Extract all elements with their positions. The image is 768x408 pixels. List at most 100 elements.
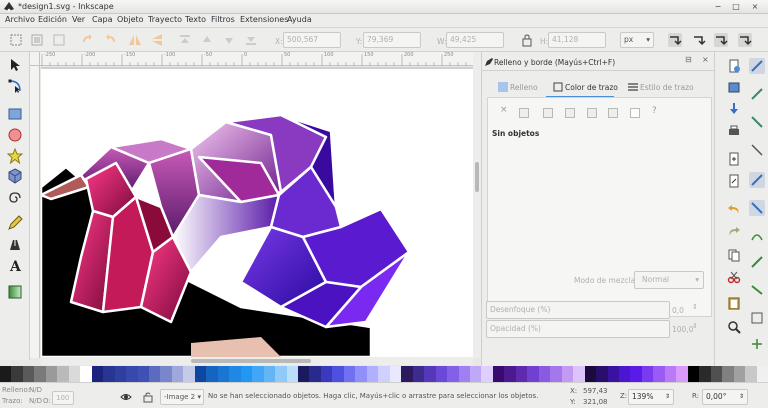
palette-swatch[interactable] [687,366,700,382]
opacity-value[interactable]: 100,0 [672,325,693,334]
menu-objeto[interactable]: Objeto [117,15,144,24]
export-icon[interactable] [727,174,741,188]
horizontal-ruler[interactable]: -250 -200 -150 -100 -50 0 50 100 150 200 250 [40,52,474,66]
unset-paint-button[interactable]: ? [652,106,657,116]
ellipse-tool-icon[interactable] [7,127,23,143]
menu-filtros[interactable]: Filtros [211,15,235,24]
palette-swatch[interactable] [573,366,586,382]
palette-swatch[interactable] [275,366,288,382]
drawing-canvas[interactable] [41,67,473,357]
3d-box-tool-icon[interactable] [7,168,23,184]
snap-bbox-edge-icon[interactable] [749,114,765,130]
no-paint-button[interactable]: × [500,105,508,115]
dock-close-icon[interactable]: × [702,55,709,64]
redo-icon[interactable] [727,224,741,238]
palette-swatch[interactable] [183,366,196,382]
palette-swatch[interactable] [298,366,310,382]
fill-indicator-value[interactable]: N/D [29,386,42,394]
layer-visibility-icon[interactable] [120,391,132,403]
palette-swatch[interactable] [229,366,242,382]
close-button[interactable]: × [749,2,761,12]
palette-swatch[interactable] [11,366,24,382]
palette-swatch[interactable] [561,366,574,382]
palette-swatch[interactable] [68,366,81,382]
palette-swatch[interactable] [171,366,184,382]
palette-swatch[interactable] [618,366,631,382]
flip-vertical-icon[interactable] [150,33,164,47]
rotate-field[interactable]: 0,00° ⇕ [702,389,748,405]
palette-swatch[interactable] [103,366,116,382]
menu-trayecto[interactable]: Trayecto [148,15,182,24]
palette-swatch[interactable] [435,366,448,382]
vertical-scrollbar[interactable] [473,52,481,358]
palette-swatch[interactable] [366,366,379,382]
swatch-button[interactable] [630,108,640,118]
palette-swatch[interactable] [126,366,139,382]
palette-swatch[interactable] [91,366,104,382]
palette-swatch[interactable] [355,366,368,382]
pen-tool-icon[interactable] [7,236,23,252]
minimize-button[interactable]: − [712,2,724,12]
palette-swatch[interactable] [722,366,735,382]
snap-bbox-icon[interactable] [749,86,765,102]
palette-swatch[interactable] [263,366,276,382]
scale-corners-icon[interactable] [692,33,706,47]
palette-swatch[interactable] [332,366,345,382]
gem-cluster[interactable] [41,113,411,357]
opacity-spin-icon[interactable]: ⇕ [692,322,698,330]
palette-swatch[interactable] [699,366,712,382]
y-field[interactable]: 79,369 [363,32,421,48]
scale-gradients-icon[interactable] [714,33,728,47]
palette-swatch[interactable] [756,366,768,382]
palette-swatch[interactable] [149,366,161,382]
menu-capa[interactable]: Capa [92,15,112,24]
tab-estilo-de-trazo[interactable]: Estilo de trazo [640,78,694,98]
color-palette[interactable] [0,366,768,382]
layer-lock-icon[interactable] [142,391,154,403]
dock-menu-icon[interactable]: ⊟ [685,55,692,64]
palette-swatch[interactable] [504,366,517,382]
palette-swatch[interactable] [447,366,459,382]
scale-stroke-icon[interactable] [668,33,682,47]
palette-swatch[interactable] [469,366,482,382]
palette-swatch[interactable] [538,366,551,382]
palette-swatch[interactable] [320,366,333,382]
palette-swatch[interactable] [584,366,597,382]
palette-swatch[interactable] [389,366,402,382]
palette-swatch[interactable] [343,366,356,382]
mesh-gradient-button[interactable] [587,108,597,118]
unit-select[interactable]: px ▾ [620,32,654,48]
radial-gradient-button[interactable] [565,108,575,118]
palette-swatch[interactable] [676,366,689,382]
zoom-icon[interactable] [727,320,741,334]
node-tool-icon[interactable] [7,78,23,94]
palette-swatch[interactable] [401,366,414,382]
blur-slider[interactable]: Desenfoque (%) [486,301,670,319]
h-field[interactable]: 41,128 [548,32,606,48]
gradient-tool-icon[interactable] [7,284,23,300]
palette-swatch[interactable] [240,366,253,382]
rectangle-tool-icon[interactable] [7,106,23,122]
lower-icon[interactable] [222,33,236,47]
palette-swatch[interactable] [641,366,654,382]
palette-swatch[interactable] [492,366,505,382]
snap-midpoint-icon[interactable] [749,254,765,270]
menu-extensiones[interactable]: Extensiones [240,15,288,24]
menu-ver[interactable]: Ver [72,15,85,24]
raise-to-top-icon[interactable] [178,33,192,47]
zoom-field[interactable]: 139% ⇕ [628,389,674,405]
palette-swatch[interactable] [515,366,528,382]
lock-icon[interactable] [520,33,534,47]
palette-swatch[interactable] [80,366,93,382]
star-tool-icon[interactable] [7,148,23,164]
opacity-field[interactable]: 100 [52,391,74,405]
text-tool-icon[interactable]: A [7,257,23,273]
palette-swatch[interactable] [745,366,758,382]
palette-swatch[interactable] [309,366,322,382]
linear-gradient-button[interactable] [543,108,553,118]
palette-swatch[interactable] [378,366,391,382]
paste-icon[interactable] [727,296,741,310]
horizontal-scrollbar-thumb[interactable] [191,359,311,363]
select-all-layers-icon[interactable] [30,33,44,47]
palette-swatch[interactable] [733,366,746,382]
